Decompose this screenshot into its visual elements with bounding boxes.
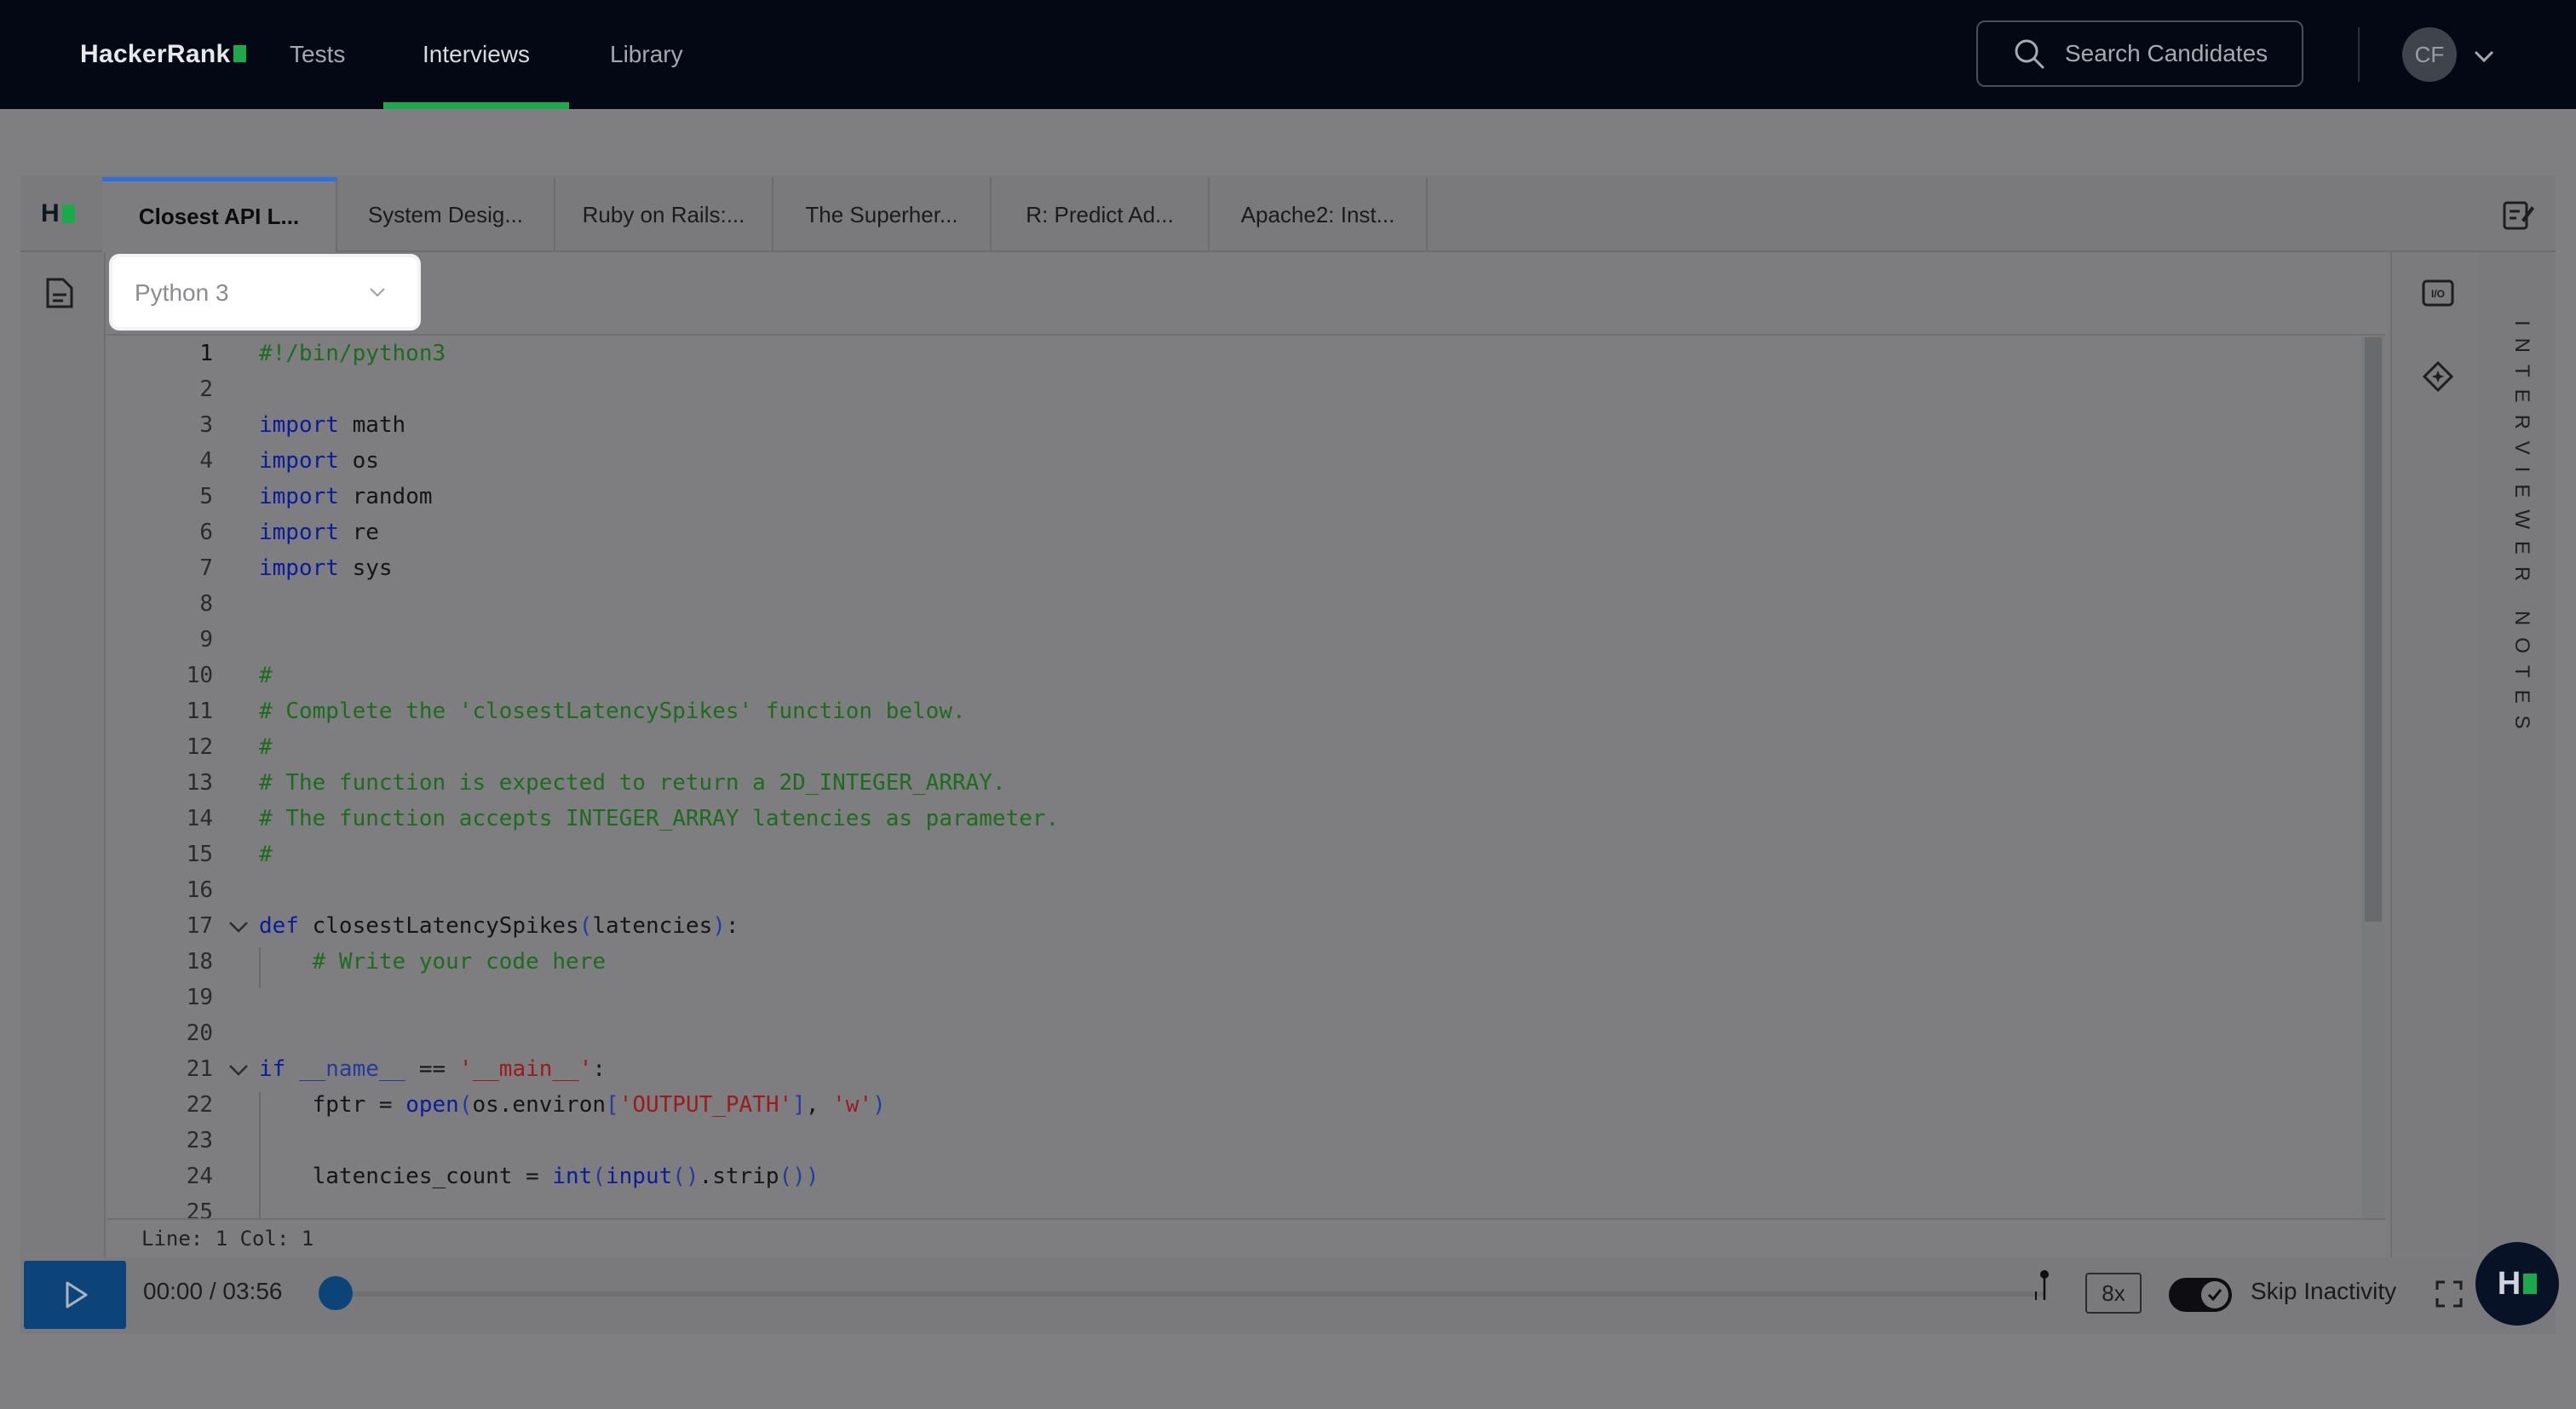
- code-line: # Write your code here: [312, 949, 606, 975]
- code-line: import math: [259, 412, 406, 438]
- logo-square: [233, 45, 247, 62]
- playback-speed-button[interactable]: 8x: [2085, 1273, 2142, 1314]
- chevron-down-icon: [370, 288, 385, 297]
- code-line: import os: [259, 448, 379, 474]
- line-number: 1: [199, 341, 213, 366]
- code-line: if __name__ == '__main__':: [259, 1056, 607, 1082]
- playback-scrubber[interactable]: [319, 1276, 353, 1310]
- nav-link-tests[interactable]: Tests: [290, 29, 345, 80]
- line-number: 8: [199, 591, 213, 617]
- search-candidates-button[interactable]: Search Candidates: [1976, 20, 2303, 87]
- code-line: #!/bin/python3: [259, 341, 446, 366]
- nav-link-interviews[interactable]: Interviews: [423, 29, 530, 80]
- line-number: 4: [199, 448, 213, 474]
- editor-scrollbar-thumb[interactable]: [2365, 337, 2382, 922]
- playback-track[interactable]: [324, 1291, 2044, 1297]
- playback-time: 00:00 / 03:56: [143, 1278, 283, 1304]
- interviewer-notes-label[interactable]: INTERVIEWER NOTES: [2499, 320, 2533, 741]
- line-number: 18: [186, 949, 213, 975]
- right-sidebar: [2390, 252, 2475, 1257]
- nav-divider: [2358, 27, 2360, 82]
- tab-closest-api[interactable]: Closest API L...: [102, 177, 337, 252]
- code-line: # The function accepts INTEGER_ARRAY lat…: [259, 806, 1060, 831]
- fold-chevron-icon[interactable]: [227, 1058, 250, 1082]
- fold-chevron-icon[interactable]: [227, 915, 250, 939]
- code-line: # Complete the 'closestLatencySpikes' fu…: [259, 699, 966, 724]
- search-placeholder: Search Candidates: [2065, 40, 2268, 66]
- editor-header: [107, 252, 2385, 336]
- line-number: 25: [186, 1199, 213, 1218]
- edit-notes-icon[interactable]: [2501, 198, 2535, 232]
- line-number: 3: [199, 412, 213, 438]
- workspace-logo-text: H: [41, 199, 60, 227]
- file-icon[interactable]: [44, 276, 75, 310]
- language-value: Python 3: [135, 279, 229, 306]
- avatar[interactable]: CF: [2402, 27, 2457, 82]
- code-line: latencies_count = int(input().strip()): [259, 1164, 819, 1189]
- line-number: 17: [186, 913, 213, 939]
- hackerrank-logo[interactable]: HackerRank: [80, 37, 247, 72]
- code-line: fptr = open(os.environ['OUTPUT_PATH'], '…: [259, 1092, 886, 1118]
- search-icon: [2015, 39, 2044, 69]
- chevron-down-icon[interactable]: [2470, 43, 2498, 70]
- workspace-logo: H: [41, 199, 75, 228]
- line-number: 20: [186, 1021, 213, 1046]
- code-line: #: [259, 663, 273, 688]
- line-number: 24: [186, 1164, 213, 1189]
- tab-superhero[interactable]: The Superher...: [773, 177, 992, 252]
- line-number: 9: [199, 627, 213, 653]
- language-select[interactable]: Python 3: [112, 257, 417, 327]
- tab-apache2[interactable]: Apache2: Inst...: [1210, 177, 1428, 252]
- left-sidebar: [20, 252, 106, 1257]
- code-line: #: [259, 842, 273, 867]
- line-number: 2: [199, 377, 213, 402]
- line-number: 19: [186, 985, 213, 1010]
- io-label: I/O: [2431, 288, 2445, 300]
- line-number: 21: [186, 1056, 213, 1082]
- line-number: 11: [186, 699, 213, 724]
- line-number: 5: [199, 484, 213, 509]
- ai-assistant-icon[interactable]: [2421, 359, 2455, 394]
- active-nav-indicator: [383, 102, 569, 109]
- line-number: 14: [186, 806, 213, 831]
- check-icon: [2207, 1289, 2222, 1302]
- skip-inactivity-toggle[interactable]: [2169, 1278, 2232, 1312]
- line-number: 10: [186, 663, 213, 688]
- nav-link-library[interactable]: Library: [610, 29, 683, 80]
- tab-ruby-on-rails[interactable]: Ruby on Rails:...: [555, 177, 773, 252]
- hackerrank-help-button[interactable]: H: [2475, 1242, 2559, 1326]
- logo-text: HackerRank: [80, 40, 231, 68]
- logo-square: [2523, 1274, 2538, 1294]
- code-line: import sys: [259, 555, 393, 581]
- line-number: 23: [186, 1128, 213, 1153]
- tab-system-design[interactable]: System Desig...: [337, 177, 555, 252]
- code-line: # The function is expected to return a 2…: [259, 770, 1006, 796]
- tab-r-predict[interactable]: R: Predict Ad...: [992, 177, 1210, 252]
- line-number: 22: [186, 1092, 213, 1118]
- code-line: #: [259, 734, 273, 760]
- line-number: 13: [186, 770, 213, 796]
- cursor-position: Line: 1 Col: 1: [141, 1227, 314, 1251]
- code-line: def closestLatencySpikes(latencies):: [259, 913, 739, 939]
- play-icon: [66, 1281, 88, 1308]
- skip-inactivity-label: Skip Inactivity: [2251, 1278, 2397, 1304]
- io-icon[interactable]: I/O: [2421, 276, 2455, 310]
- line-number: 6: [199, 520, 213, 545]
- play-button[interactable]: [24, 1261, 126, 1329]
- code-line: import random: [259, 484, 433, 509]
- timeline-marker-icon[interactable]: [2034, 1269, 2051, 1303]
- editor-status-bar: Line: 1 Col: 1: [107, 1218, 2385, 1257]
- line-number: 7: [199, 555, 213, 581]
- line-number: 15: [186, 842, 213, 867]
- logo-square: [61, 204, 75, 223]
- fab-logo-text: H: [2497, 1265, 2521, 1302]
- line-number: 12: [186, 734, 213, 760]
- line-number: 16: [186, 877, 213, 903]
- code-line: import re: [259, 520, 379, 545]
- fullscreen-icon[interactable]: [2435, 1280, 2464, 1308]
